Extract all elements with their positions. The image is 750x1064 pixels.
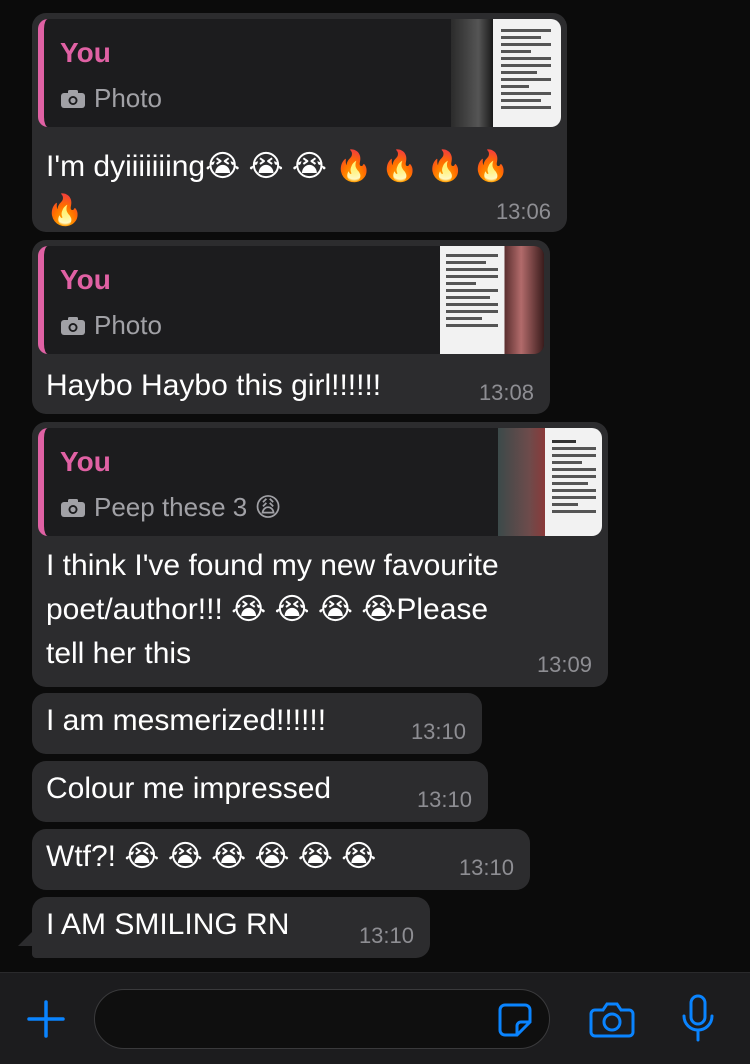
- message-time: 13:06: [495, 199, 551, 224]
- message-text: I AM SMILING RN: [46, 908, 290, 941]
- message-bubble-7[interactable]: I AM SMILING RN 13:10: [32, 897, 430, 958]
- quoted-photo-reply[interactable]: You Peep these 3 😩: [38, 428, 602, 536]
- message-bubble-3[interactable]: You Peep these 3 😩 I think I've found my…: [32, 422, 608, 687]
- message-text: Haybo Haybo this girl!!!!!!: [46, 369, 382, 402]
- message-time: 13:10: [358, 923, 414, 948]
- quote-label: Photo: [94, 83, 162, 113]
- message-text: I am mesmerized!!!!!!: [46, 704, 327, 737]
- camera-icon: [61, 89, 85, 108]
- quote-label: Peep these 3 😩: [94, 492, 282, 522]
- message-input[interactable]: [94, 989, 550, 1049]
- message-time: 13:09: [536, 652, 592, 677]
- photo-thumbnail[interactable]: [440, 246, 544, 354]
- message-time: 13:08: [478, 380, 534, 405]
- quoted-photo-reply[interactable]: You Photo: [38, 19, 561, 127]
- message-time: 13:10: [458, 855, 514, 880]
- camera-icon[interactable]: [588, 997, 636, 1041]
- photo-thumbnail[interactable]: [498, 428, 602, 536]
- camera-icon: [61, 316, 85, 335]
- sticker-icon[interactable]: [495, 1000, 535, 1040]
- microphone-icon[interactable]: [676, 993, 720, 1045]
- message-text: I think I've found my new favourite poet…: [46, 549, 499, 670]
- quote-label: Photo: [94, 310, 162, 340]
- message-text: I'm dyiiiiiiing😭 😭 😭 🔥 🔥 🔥 🔥 🔥: [46, 150, 510, 227]
- quote-author: You: [60, 446, 111, 477]
- composer-bar: [0, 972, 750, 1064]
- camera-icon: [61, 498, 85, 517]
- quoted-photo-reply[interactable]: You Photo: [38, 246, 544, 354]
- message-bubble-5[interactable]: Colour me impressed 13:10: [32, 761, 488, 822]
- message-bubble-6[interactable]: Wtf?! 😭 😭 😭 😭 😭 😭 13:10: [32, 829, 530, 890]
- quote-author: You: [60, 264, 111, 295]
- bubble-tail: [18, 924, 40, 946]
- message-bubble-1[interactable]: You Photo I'm dyiiiiiiing😭 😭 😭 🔥 🔥 🔥 🔥 🔥…: [32, 13, 567, 232]
- message-text: Colour me impressed: [46, 772, 332, 805]
- message-time: 13:10: [416, 787, 472, 812]
- message-bubble-2[interactable]: You Photo Haybo Haybo this girl!!!!!! 13…: [32, 240, 550, 414]
- photo-thumbnail[interactable]: [451, 19, 561, 127]
- plus-icon[interactable]: [24, 997, 68, 1041]
- message-bubble-4[interactable]: I am mesmerized!!!!!! 13:10: [32, 693, 482, 754]
- message-time: 13:10: [410, 719, 466, 744]
- message-text: Wtf?! 😭 😭 😭 😭 😭 😭: [46, 840, 377, 873]
- quote-author: You: [60, 37, 111, 68]
